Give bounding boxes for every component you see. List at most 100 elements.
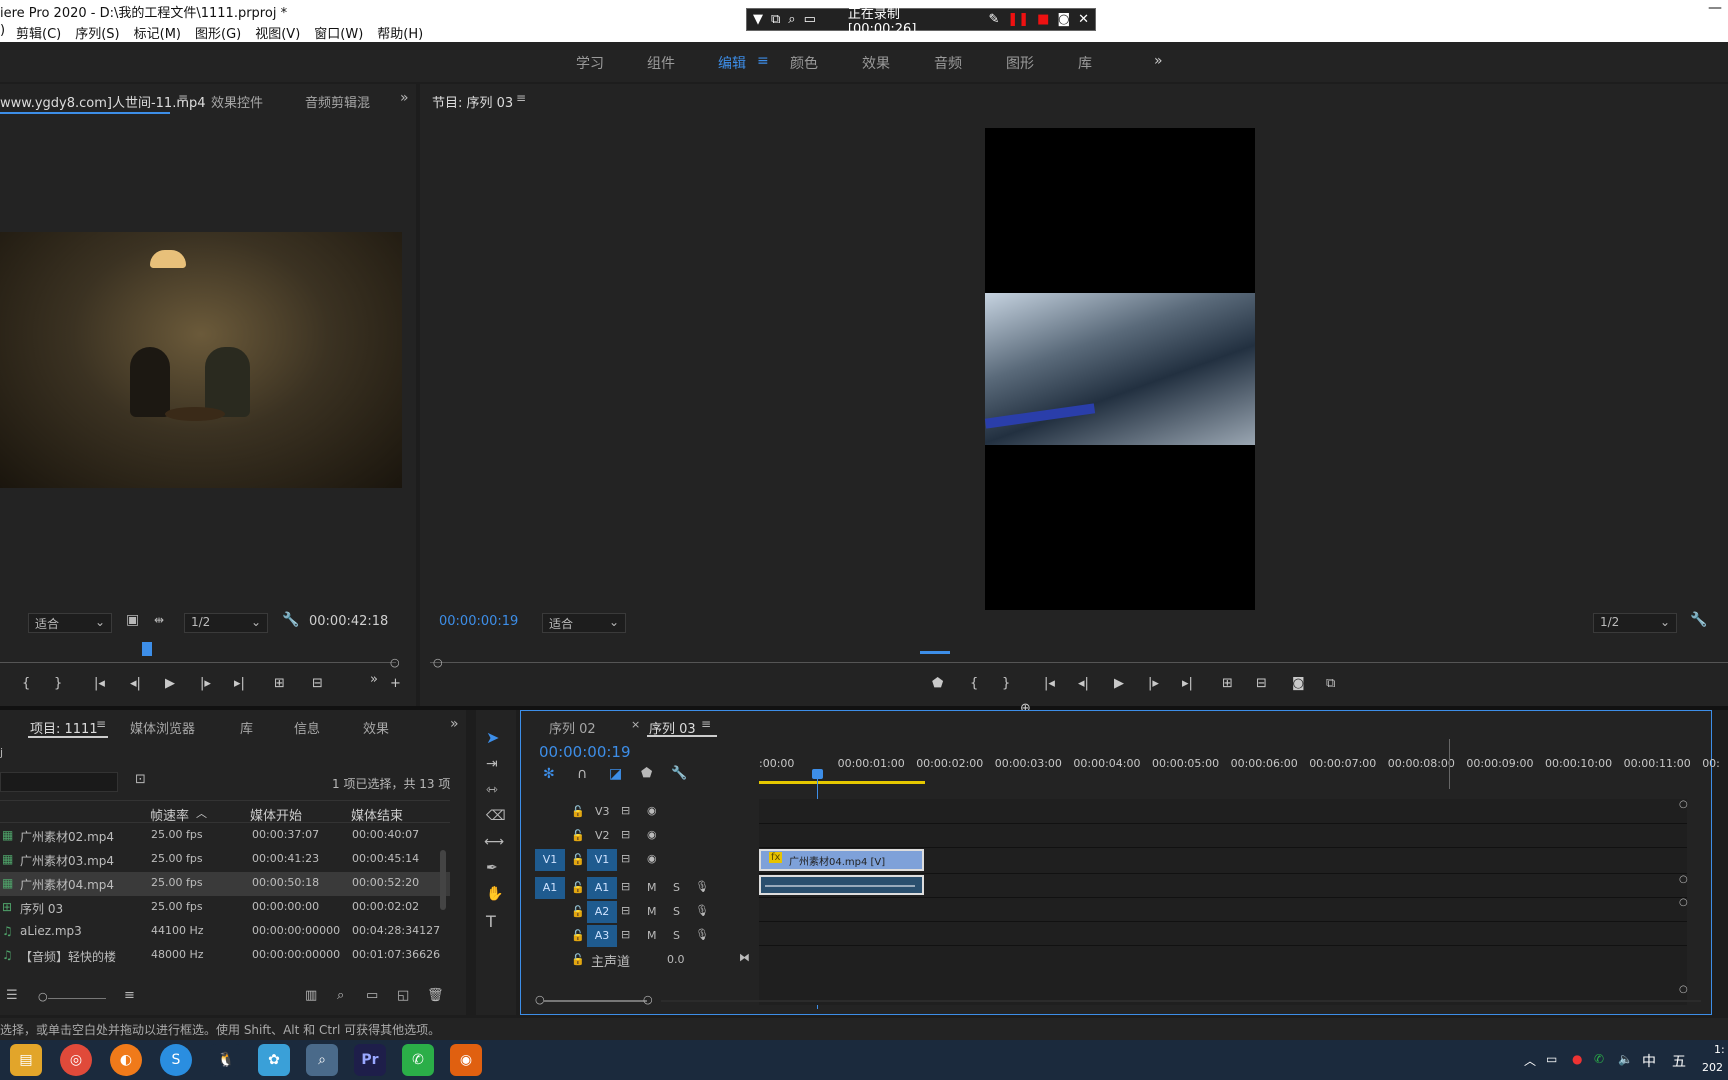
tab-libraries[interactable]: 库 [240, 718, 253, 737]
panel-menu-icon[interactable]: ≡ [178, 91, 188, 105]
sort-icon[interactable]: ≡ [124, 988, 135, 1003]
source-v1-patch[interactable]: V1 [535, 849, 565, 871]
pause-icon[interactable]: ❚❚ [1007, 12, 1029, 27]
list-item[interactable]: ▦ 广州素材04.mp4 25.00 fps 00:00:50:18 00:00… [0, 872, 450, 896]
menu-item[interactable]: 窗口(W) [314, 23, 363, 42]
close-icon[interactable]: ✕ [1078, 12, 1089, 27]
lock-icon[interactable]: 🔓 [571, 805, 585, 818]
workspace-menu-icon[interactable]: ≡ [757, 53, 769, 69]
tab-audio-mixer[interactable]: 音频剪辑混 [305, 92, 370, 111]
mark-in-icon[interactable]: { [22, 676, 30, 691]
panel-menu-icon[interactable]: ≡ [701, 717, 711, 731]
list-item[interactable]: ♫ aLiez.mp3 44100 Hz 00:00:00:00000 00:0… [0, 920, 450, 944]
sync-icon[interactable]: ⊟ [621, 880, 630, 893]
clock-time[interactable]: 1: [1714, 1043, 1725, 1056]
timeline-timecode[interactable]: 00:00:00:19 [539, 743, 631, 761]
tab-libraries[interactable]: 库 [1078, 53, 1092, 73]
overwrite-button[interactable]: ⊟ [312, 676, 323, 691]
lock-icon[interactable]: 🔓 [571, 829, 585, 842]
play-icon[interactable]: ▶ [1114, 676, 1124, 691]
master-go-icon[interactable]: ⧓ [739, 951, 750, 964]
play-icon[interactable]: ▶ [165, 676, 175, 691]
master-value[interactable]: 0.0 [667, 953, 685, 966]
go-to-in-icon[interactable]: |◂ [1044, 676, 1055, 691]
track-label-v1[interactable]: V1 [587, 849, 617, 871]
mic-icon[interactable]: 🎙 [695, 904, 709, 917]
ime-scheme[interactable]: 五 [1672, 1051, 1686, 1071]
go-to-in-icon[interactable]: |◂ [94, 676, 105, 691]
app-icon[interactable]: ✿ [258, 1044, 290, 1076]
menu-item[interactable]: 剪辑(C) [16, 23, 61, 42]
insert-icon[interactable]: ⇹ [154, 613, 164, 627]
go-to-out-icon[interactable]: ▸| [1182, 676, 1193, 691]
more-buttons-icon[interactable]: » [370, 672, 378, 687]
add-marker-icon[interactable]: ⬟ [641, 766, 652, 781]
sort-ascending-icon[interactable]: ︿ [196, 805, 207, 821]
tab-effects[interactable]: 效果 [363, 718, 389, 737]
mute-button[interactable]: M [647, 929, 657, 942]
wechat-tray-icon[interactable]: ✆ [1594, 1052, 1604, 1066]
list-view-icon[interactable]: ☰ [6, 988, 18, 1003]
sync-icon[interactable]: ⊟ [621, 852, 630, 865]
tab-effects[interactable]: 效果 [862, 53, 890, 73]
solo-button[interactable]: S [673, 881, 680, 894]
region-icon[interactable]: ▭ [804, 12, 816, 27]
wrench-icon[interactable]: 🔧 [282, 612, 299, 628]
sync-icon[interactable]: ⊟ [621, 904, 630, 917]
stop-icon[interactable]: ■ [1037, 12, 1049, 27]
more-tabs-icon[interactable]: » [400, 90, 409, 106]
mute-button[interactable]: M [647, 881, 657, 894]
extract-button[interactable]: ⊟ [1256, 676, 1267, 691]
menu-item[interactable]: 视图(V) [255, 23, 300, 42]
lock-icon[interactable]: 🔓 [571, 853, 585, 866]
clock-date[interactable]: 202 [1702, 1061, 1723, 1074]
mic-icon[interactable]: 🎙 [695, 880, 709, 893]
solo-button[interactable]: S [673, 929, 680, 942]
tab-assembly[interactable]: 组件 [647, 53, 675, 73]
audio-clip[interactable] [759, 875, 924, 895]
source-res-select[interactable]: 1/2 ⌄ [184, 613, 268, 633]
linked-selection-icon[interactable]: ◪ [609, 766, 622, 782]
hand-icon[interactable]: ✋ [486, 886, 503, 902]
program-res-select[interactable]: 1/2 ⌄ [1593, 613, 1677, 633]
snap-icon[interactable]: ∩ [577, 766, 587, 782]
track-label-a2[interactable]: A2 [587, 901, 617, 923]
lock-icon[interactable]: 🔓 [571, 881, 585, 894]
search-input[interactable] [0, 772, 118, 792]
time-ruler[interactable]: :00:00 00:00:01:00 00:00:02:00 00:00:03:00 0… [759, 755, 1720, 775]
more-tabs-icon[interactable]: » [450, 716, 459, 732]
tab-learn[interactable]: 学习 [576, 53, 604, 73]
window-icon[interactable]: ⧉ [771, 12, 780, 27]
camera-icon[interactable]: ◙ [1292, 676, 1305, 691]
record-tray-icon[interactable]: ● [1572, 1052, 1582, 1066]
mark-in-icon[interactable]: { [970, 676, 978, 691]
eye-icon[interactable]: ◉ [647, 852, 657, 865]
more-workspaces-icon[interactable]: » [1154, 53, 1163, 69]
step-forward-icon[interactable]: |▸ [1148, 676, 1159, 691]
video-clip[interactable]: fx 广州素材04.mp4 [V] [759, 849, 924, 871]
zoom-handle-right[interactable]: ○ [643, 993, 653, 1006]
step-forward-icon[interactable]: |▸ [200, 676, 211, 691]
menu-item[interactable]: 图形(G) [195, 23, 241, 42]
tab-graphics[interactable]: 图形 [1006, 53, 1034, 73]
tab-project[interactable]: 项目: 1111 [30, 718, 98, 737]
razor-icon[interactable]: ⌫ [486, 808, 506, 824]
list-item[interactable]: ⊞ 序列 03 25.00 fps 00:00:00:00 00:00:02:0… [0, 896, 450, 920]
zoom-handle[interactable]: ○ [390, 656, 400, 669]
slip-tool-icon[interactable]: ⟷ [484, 834, 504, 850]
list-item[interactable]: ▦ 广州素材03.mp4 25.00 fps 00:00:41:23 00:00… [0, 848, 450, 872]
list-item[interactable]: ▦ 广州素材02.mp4 25.00 fps 00:00:37:07 00:00… [0, 824, 450, 848]
ripple-edit-icon[interactable]: ⇿ [486, 782, 498, 798]
source-fit-select[interactable]: 适合 ⌄ [28, 613, 112, 633]
add-button-icon[interactable]: + [390, 676, 401, 691]
tool-icon[interactable]: ⌕ [306, 1044, 338, 1076]
new-bin-from-search-icon[interactable]: ⊡ [135, 772, 146, 787]
go-to-out-icon[interactable]: ▸| [234, 676, 245, 691]
firefox-icon[interactable]: ◐ [110, 1044, 142, 1076]
pen-icon[interactable]: ✒ [486, 860, 498, 876]
volume-icon[interactable]: 🔈 [1618, 1052, 1633, 1066]
tray-chevron-icon[interactable]: ︿ [1524, 1052, 1536, 1069]
track-scroll-handle[interactable]: ○ [1679, 984, 1688, 995]
close-icon[interactable]: × [631, 718, 640, 731]
trash-icon[interactable]: 🗑 [427, 988, 444, 1003]
